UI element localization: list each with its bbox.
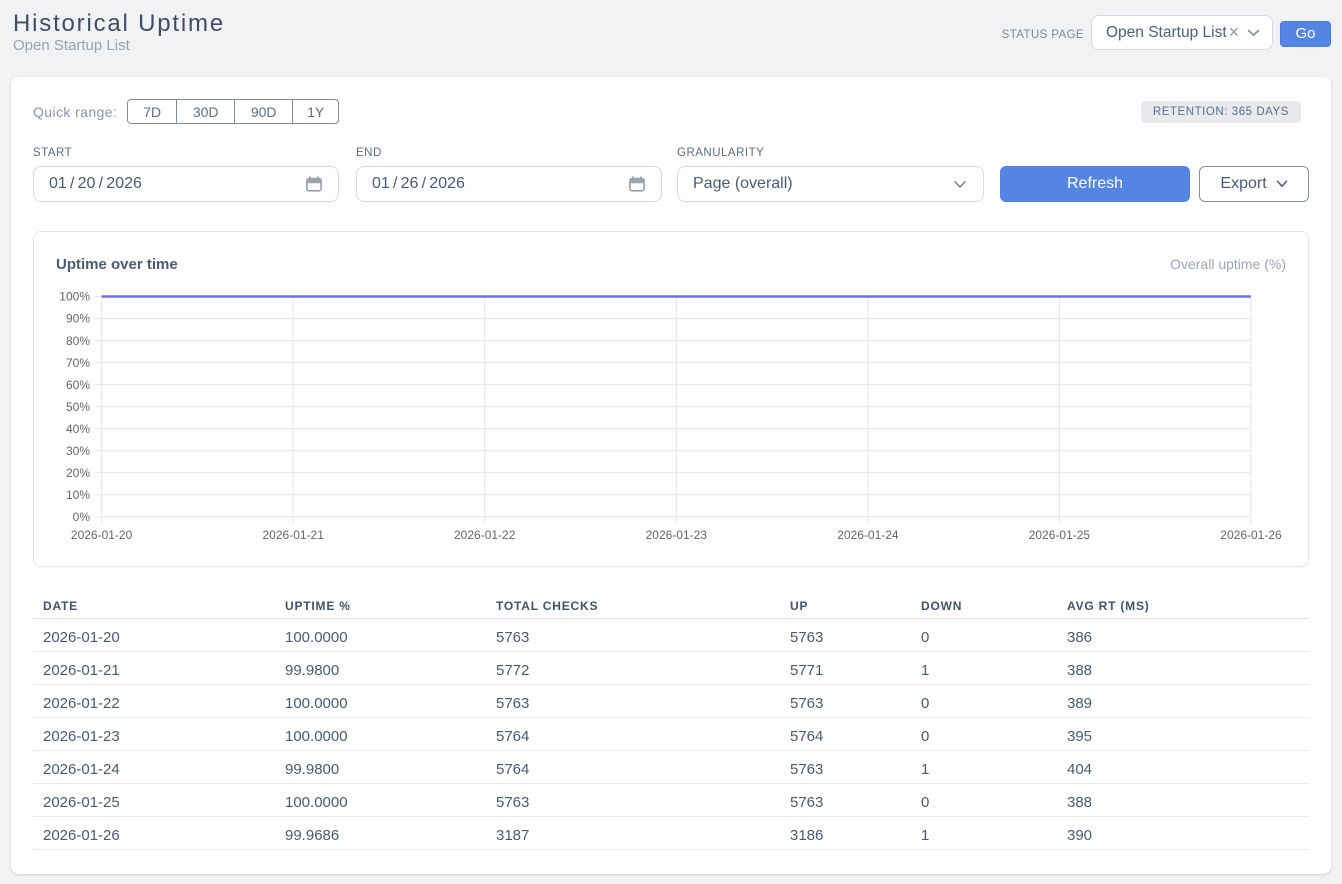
svg-text:100%: 100% [59, 290, 90, 304]
svg-text:60%: 60% [66, 378, 90, 392]
svg-text:90%: 90% [66, 312, 90, 326]
svg-text:2026-01-25: 2026-01-25 [1029, 528, 1091, 542]
svg-text:80%: 80% [66, 334, 90, 348]
svg-text:40%: 40% [66, 422, 90, 436]
svg-text:20%: 20% [66, 466, 90, 480]
svg-text:2026-01-26: 2026-01-26 [1220, 528, 1282, 542]
svg-text:2026-01-24: 2026-01-24 [837, 528, 899, 542]
svg-text:70%: 70% [66, 356, 90, 370]
svg-text:0%: 0% [73, 510, 91, 524]
svg-text:30%: 30% [66, 444, 90, 458]
svg-text:10%: 10% [66, 488, 90, 502]
svg-text:50%: 50% [66, 400, 90, 414]
svg-text:2026-01-22: 2026-01-22 [454, 528, 516, 542]
svg-text:2026-01-21: 2026-01-21 [263, 528, 325, 542]
svg-text:2026-01-23: 2026-01-23 [646, 528, 708, 542]
svg-text:2026-01-20: 2026-01-20 [71, 528, 133, 542]
